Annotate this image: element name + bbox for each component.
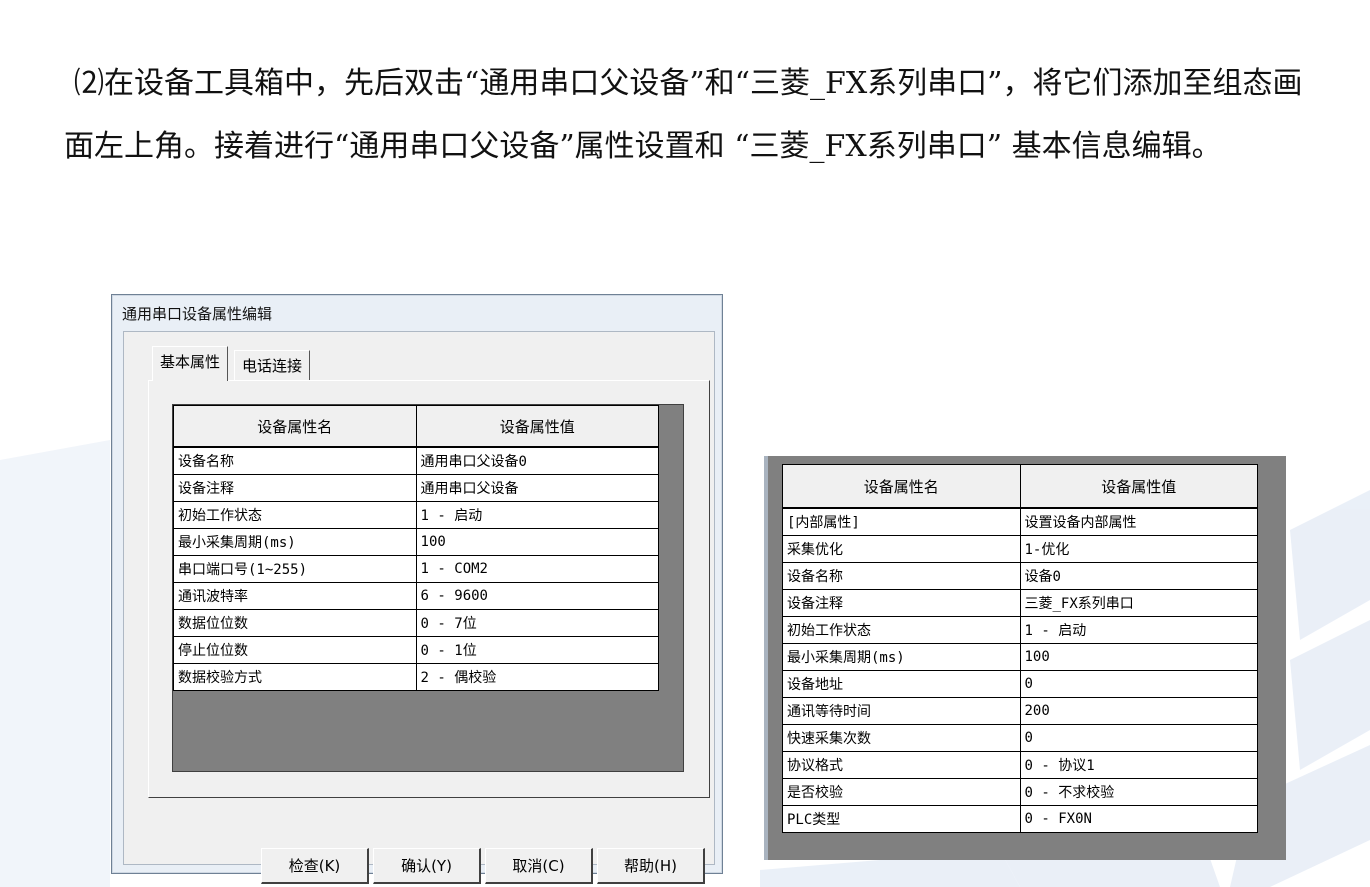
property-value-cell[interactable]: 设备0: [1019, 562, 1258, 590]
property-name-cell: PLC类型: [782, 805, 1021, 833]
property-name-cell: 设备地址: [782, 670, 1021, 698]
property-name-cell: 初始工作状态: [782, 616, 1021, 644]
table-row[interactable]: 设备地址 0: [782, 670, 1258, 698]
table-row[interactable]: 设备注释 通用串口父设备: [173, 474, 660, 502]
device-properties-dialog: 通用串口设备属性编辑 基本属性 电话连接 设备属性名 设备属性值 设备名称 通用串…: [111, 294, 723, 884]
property-value-cell[interactable]: 1-优化: [1019, 535, 1258, 563]
property-name-cell: 串口端口号(1~255): [173, 555, 417, 583]
property-name-cell: 通讯波特率: [173, 582, 417, 610]
property-name-cell: 设备名称: [782, 562, 1021, 590]
property-name-cell: 最小采集周期(ms): [782, 643, 1021, 671]
table-row[interactable]: 数据位位数 0 - 7位: [173, 609, 660, 637]
property-value-cell[interactable]: 100: [415, 528, 660, 556]
table-row[interactable]: 通讯等待时间 200: [782, 697, 1258, 725]
table-row[interactable]: 设备名称 通用串口父设备0: [173, 446, 660, 475]
property-value-cell[interactable]: 0: [1019, 724, 1258, 752]
check-button[interactable]: 检查(K): [261, 848, 369, 884]
table-row[interactable]: 通讯波特率 6 - 9600: [173, 582, 660, 610]
column-header-value[interactable]: 设备属性值: [1019, 464, 1258, 509]
property-name-cell: 数据校验方式: [173, 663, 417, 691]
table-row[interactable]: 初始工作状态 1 - 启动: [782, 616, 1258, 644]
property-value-cell[interactable]: 通用串口父设备: [415, 474, 660, 502]
property-name-cell: 数据位位数: [173, 609, 417, 637]
fx-property-grid: 设备属性名 设备属性值 [内部属性] 设置设备内部属性 采集优化 1-优化 设备名称 设备…: [782, 464, 1258, 833]
confirm-button[interactable]: 确认(Y): [373, 848, 481, 884]
fx-serial-property-panel: 设备属性名 设备属性值 [内部属性] 设置设备内部属性 采集优化 1-优化 设备名称 设备…: [764, 456, 1286, 860]
instruction-paragraph: ⑵在设备工具箱中，先后双击“通用串口父设备”和“三菱_FX系列串口”，将它们添加…: [64, 66, 1303, 164]
property-value-cell[interactable]: 0 - 不求校验: [1019, 778, 1258, 806]
property-value-cell[interactable]: 1 - 启动: [1019, 616, 1258, 644]
table-row[interactable]: 采集优化 1-优化: [782, 535, 1258, 563]
table-row[interactable]: 协议格式 0 - 协议1: [782, 751, 1258, 779]
table-row[interactable]: 设备注释 三菱_FX系列串口: [782, 589, 1258, 617]
table-row[interactable]: 是否校验 0 - 不求校验: [782, 778, 1258, 806]
property-name-cell: 通讯等待时间: [782, 697, 1021, 725]
property-name-cell: 初始工作状态: [173, 501, 417, 529]
property-name-cell: 停止位位数: [173, 636, 417, 664]
table-row[interactable]: 设备名称 设备0: [782, 562, 1258, 590]
column-header-name[interactable]: 设备属性名: [173, 405, 417, 448]
tab-phone-connection[interactable]: 电话连接: [234, 350, 311, 380]
tab-basic-properties[interactable]: 基本属性: [152, 346, 229, 381]
table-row[interactable]: 停止位位数 0 - 1位: [173, 636, 660, 664]
property-value-cell[interactable]: 0 - 1位: [415, 636, 660, 664]
table-row[interactable]: 初始工作状态 1 - 启动: [173, 501, 660, 529]
table-row[interactable]: 最小采集周期(ms) 100: [173, 528, 660, 556]
column-header-name[interactable]: 设备属性名: [782, 464, 1021, 509]
property-name-cell: 协议格式: [782, 751, 1021, 779]
property-value-cell[interactable]: 三菱_FX系列串口: [1019, 589, 1258, 617]
property-name-cell: 设备名称: [173, 446, 417, 475]
table-row[interactable]: 最小采集周期(ms) 100: [782, 643, 1258, 671]
property-value-cell[interactable]: 0 - 协议1: [1019, 751, 1258, 779]
property-grid: 设备属性名 设备属性值 设备名称 通用串口父设备0 设备注释 通用串口父设备 初始工作状…: [173, 405, 660, 691]
property-value-cell[interactable]: 0 - 7位: [415, 609, 660, 637]
table-row[interactable]: 数据校验方式 2 - 偶校验: [173, 663, 660, 691]
cancel-button[interactable]: 取消(C): [485, 848, 593, 884]
table-row[interactable]: [内部属性] 设置设备内部属性: [782, 507, 1258, 536]
property-name-cell: 是否校验: [782, 778, 1021, 806]
help-button[interactable]: 帮助(H): [597, 848, 705, 884]
property-name-cell: [内部属性]: [782, 507, 1021, 536]
tab-panel: 设备属性名 设备属性值 设备名称 通用串口父设备0 设备注释 通用串口父设备 初始工作状…: [148, 380, 710, 798]
table-row[interactable]: 快速采集次数 0: [782, 724, 1258, 752]
property-value-cell[interactable]: 设置设备内部属性: [1019, 507, 1258, 536]
property-value-cell[interactable]: 100: [1019, 643, 1258, 671]
dialog-client-area: 基本属性 电话连接 设备属性名 设备属性值 设备名称 通用串口父设备0 设备注释 通用…: [123, 331, 715, 884]
property-value-cell[interactable]: 0: [1019, 670, 1258, 698]
property-name-cell: 最小采集周期(ms): [173, 528, 417, 556]
property-name-cell: 设备注释: [782, 589, 1021, 617]
property-name-cell: 采集优化: [782, 535, 1021, 563]
table-row[interactable]: 串口端口号(1~255) 1 - COM2: [173, 555, 660, 583]
dialog-title: 通用串口设备属性编辑: [122, 305, 273, 323]
property-name-cell: 设备注释: [173, 474, 417, 502]
table-row[interactable]: PLC类型 0 - FX0N: [782, 805, 1258, 833]
property-value-cell[interactable]: 6 - 9600: [415, 582, 660, 610]
property-value-cell[interactable]: 通用串口父设备0: [415, 446, 660, 475]
property-value-cell[interactable]: 1 - 启动: [415, 501, 660, 529]
property-name-cell: 快速采集次数: [782, 724, 1021, 752]
property-grid-well: 设备属性名 设备属性值 设备名称 通用串口父设备0 设备注释 通用串口父设备 初始工作状…: [172, 404, 684, 772]
property-value-cell[interactable]: 0 - FX0N: [1019, 805, 1258, 833]
property-value-cell[interactable]: 1 - COM2: [415, 555, 660, 583]
property-value-cell[interactable]: 200: [1019, 697, 1258, 725]
property-value-cell[interactable]: 2 - 偶校验: [415, 663, 660, 691]
column-header-value[interactable]: 设备属性值: [415, 405, 660, 448]
